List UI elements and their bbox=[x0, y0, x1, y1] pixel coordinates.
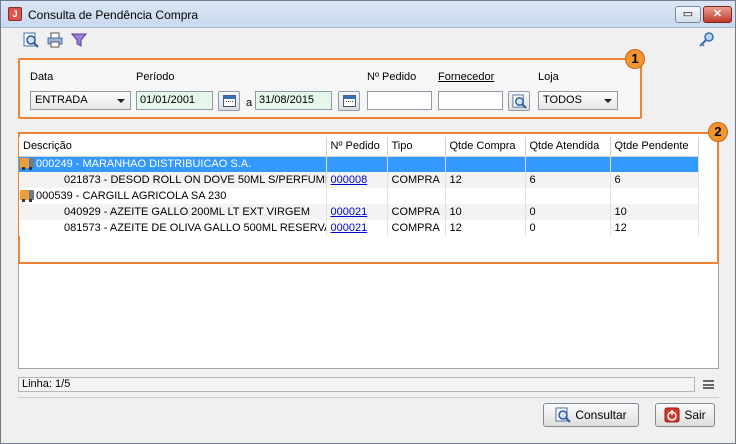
truck-icon bbox=[20, 158, 34, 171]
print-icon[interactable] bbox=[47, 32, 63, 48]
loja-select-value: TODOS bbox=[543, 94, 582, 106]
row-pendente: 10 bbox=[610, 204, 699, 220]
menu-icon[interactable] bbox=[703, 380, 714, 389]
row-compra bbox=[445, 188, 526, 204]
pedido-field[interactable] bbox=[367, 91, 432, 110]
fornecedor-search-button[interactable] bbox=[508, 91, 530, 111]
table-row[interactable]: 081573 - AZEITE DE OLIVA GALLO 500ML RES… bbox=[19, 220, 699, 236]
data-select-value: ENTRADA bbox=[35, 94, 88, 106]
loja-select[interactable]: TODOS bbox=[538, 91, 618, 110]
row-pedido bbox=[326, 156, 388, 172]
column-header[interactable]: Descrição bbox=[19, 137, 327, 157]
row-description: 040929 - AZEITE GALLO 200ML LT EXT VIRGE… bbox=[19, 204, 327, 220]
table-row[interactable]: 040929 - AZEITE GALLO 200ML LT EXT VIRGE… bbox=[19, 204, 699, 220]
row-pendente bbox=[610, 188, 699, 204]
window: J Consulta de Pendência Compra ▭ ✕ 1 Dat… bbox=[0, 0, 736, 444]
row-pendente: 12 bbox=[610, 220, 699, 236]
search-icon bbox=[512, 94, 527, 109]
row-atendida: 0 bbox=[525, 204, 611, 220]
row-pedido bbox=[326, 188, 388, 204]
sair-button[interactable]: Sair bbox=[655, 403, 715, 427]
fornecedor-field[interactable] bbox=[438, 91, 503, 110]
sair-label: Sair bbox=[684, 408, 706, 422]
window-title: Consulta de Pendência Compra bbox=[28, 8, 199, 22]
column-header[interactable]: Qtde Pendente bbox=[610, 137, 699, 157]
row-description: 000539 - CARGILL AGRICOLA SA 230 bbox=[36, 190, 227, 202]
fornecedor-label[interactable]: Fornecedor bbox=[438, 71, 494, 83]
table-row[interactable]: 000539 - CARGILL AGRICOLA SA 230 bbox=[19, 188, 699, 204]
row-tipo: COMPRA bbox=[387, 204, 446, 220]
date-from-field[interactable]: 01/01/2001 bbox=[136, 91, 213, 110]
row-atendida bbox=[525, 156, 611, 172]
filter-icon[interactable] bbox=[71, 32, 87, 48]
search-page-icon[interactable] bbox=[23, 32, 39, 48]
row-atendida: 6 bbox=[525, 172, 611, 188]
pedido-link[interactable]: 000021 bbox=[331, 206, 368, 218]
row-compra: 12 bbox=[445, 172, 526, 188]
row-compra: 10 bbox=[445, 204, 526, 220]
consultar-label: Consultar bbox=[575, 408, 627, 422]
row-pendente: 6 bbox=[610, 172, 699, 188]
row-tipo: COMPRA bbox=[387, 220, 446, 236]
pedido-link[interactable]: 000008 bbox=[331, 174, 368, 186]
table-header: Descrição Nº Pedido Tipo Qtde Compra Qtd… bbox=[19, 137, 699, 157]
column-header[interactable]: Tipo bbox=[387, 137, 446, 157]
loja-label: Loja bbox=[538, 71, 559, 83]
date-to-calendar-button[interactable] bbox=[338, 91, 360, 111]
pedido-label: Nº Pedido bbox=[367, 71, 417, 83]
filter-panel-badge: 1 bbox=[625, 49, 645, 69]
chevron-down-icon bbox=[117, 99, 125, 103]
row-compra bbox=[445, 156, 526, 172]
column-header[interactable]: Nº Pedido bbox=[326, 137, 388, 157]
status-bar: Linha: 1/5 bbox=[18, 377, 695, 392]
row-description: 021873 - DESOD ROLL ON DOVE 50ML S/PERFU… bbox=[19, 172, 327, 188]
data-label: Data bbox=[30, 71, 54, 83]
row-tipo bbox=[387, 188, 446, 204]
consultar-button[interactable]: Consultar bbox=[543, 403, 639, 427]
restore-button[interactable]: ▭ bbox=[675, 6, 701, 23]
table-row[interactable]: 000249 - MARANHAO DISTRIBUICAO S.A. bbox=[19, 156, 699, 172]
table-row[interactable]: 021873 - DESOD ROLL ON DOVE 50ML S/PERFU… bbox=[19, 172, 699, 188]
truck-icon bbox=[20, 190, 34, 202]
calendar-icon bbox=[343, 95, 356, 107]
chevron-down-icon bbox=[604, 99, 612, 103]
row-compra: 12 bbox=[445, 220, 526, 236]
row-description: 081573 - AZEITE DE OLIVA GALLO 500ML RES… bbox=[19, 220, 327, 236]
search-icon bbox=[555, 407, 572, 423]
results-badge: 2 bbox=[708, 122, 728, 142]
data-select[interactable]: ENTRADA bbox=[30, 91, 131, 110]
title-bar: J Consulta de Pendência Compra ▭ ✕ bbox=[1, 1, 735, 28]
date-from-calendar-button[interactable] bbox=[218, 91, 240, 111]
row-tipo bbox=[387, 156, 446, 172]
period-separator: a bbox=[246, 97, 253, 109]
results-table: Descrição Nº Pedido Tipo Qtde Compra Qtd… bbox=[19, 137, 699, 236]
app-icon: J bbox=[8, 7, 22, 21]
row-counter: Linha: 1/5 bbox=[22, 378, 71, 390]
row-atendida bbox=[525, 188, 611, 204]
row-atendida: 0 bbox=[525, 220, 611, 236]
close-button[interactable]: ✕ bbox=[703, 6, 732, 23]
key-icon[interactable] bbox=[698, 32, 714, 48]
calendar-icon bbox=[223, 95, 236, 107]
row-pendente bbox=[610, 156, 699, 172]
pedido-link[interactable]: 000021 bbox=[331, 222, 368, 234]
column-header[interactable]: Qtde Compra bbox=[445, 137, 526, 157]
date-to-field[interactable]: 31/08/2015 bbox=[255, 91, 332, 110]
periodo-label: Período bbox=[136, 71, 175, 83]
column-header[interactable]: Qtde Atendida bbox=[525, 137, 611, 157]
row-description: 000249 - MARANHAO DISTRIBUICAO S.A. bbox=[36, 158, 252, 171]
row-tipo: COMPRA bbox=[387, 172, 446, 188]
exit-icon bbox=[664, 407, 680, 423]
